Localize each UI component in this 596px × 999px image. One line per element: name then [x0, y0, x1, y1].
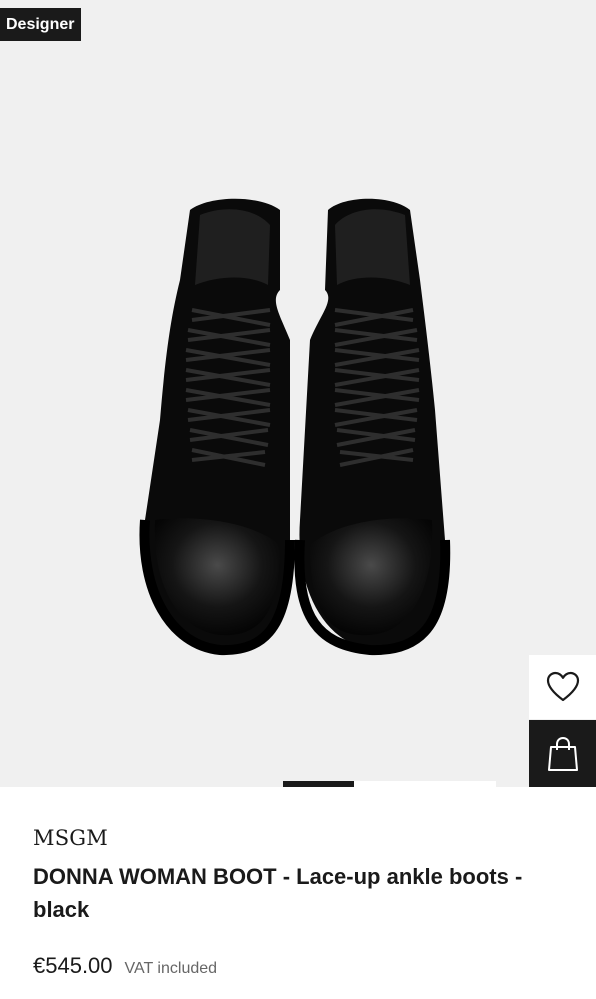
right-boot	[294, 198, 451, 656]
brand-name[interactable]: MSGM	[33, 826, 108, 850]
shopping-bag-icon	[547, 736, 578, 771]
price-row: €545.00 VAT included	[33, 953, 217, 979]
gallery-progress-active	[283, 781, 354, 787]
product-image[interactable]	[130, 190, 460, 660]
add-to-bag-button[interactable]	[529, 720, 596, 787]
product-image-gallery[interactable]: Designer	[0, 0, 596, 787]
gallery-progress-indicator	[0, 781, 596, 787]
designer-badge: Designer	[0, 8, 82, 41]
vat-note: VAT included	[124, 960, 218, 977]
product-title: DONNA WOMAN BOOT - Lace-up ankle boots -…	[33, 864, 523, 922]
gallery-progress-track	[354, 781, 496, 787]
wishlist-button[interactable]	[529, 655, 596, 719]
left-boot	[139, 198, 295, 656]
heart-icon	[546, 671, 579, 702]
product-price: €545.00	[33, 953, 113, 978]
